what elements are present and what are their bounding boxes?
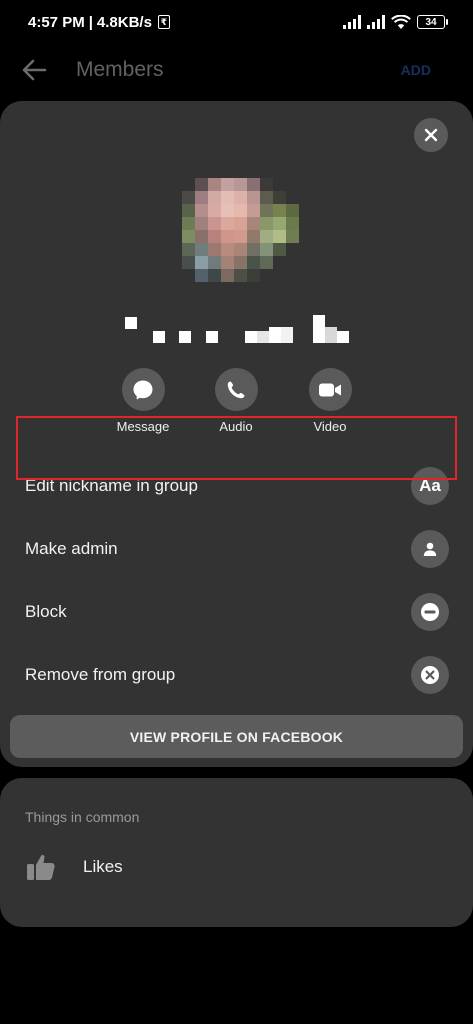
- edit-nickname-item[interactable]: Edit nickname in group Aa: [0, 457, 473, 515]
- block-item[interactable]: Block: [0, 583, 473, 641]
- video-call-button[interactable]: [308, 368, 352, 411]
- audio-call-button[interactable]: [214, 368, 258, 411]
- remove-from-group-item[interactable]: Remove from group: [0, 646, 473, 704]
- make-admin-label: Make admin: [25, 539, 118, 558]
- block-label: Block: [25, 602, 67, 621]
- person-icon: [411, 530, 449, 568]
- status-left: 4:57 PM | 4.8KB/s ₹: [28, 14, 170, 31]
- close-icon: [424, 128, 438, 142]
- status-time: 4:57 PM: [28, 13, 85, 31]
- audio-label: Audio: [219, 419, 253, 434]
- audio-action[interactable]: Audio: [191, 368, 281, 434]
- back-arrow-icon[interactable]: [20, 56, 48, 84]
- wifi-icon: [391, 14, 411, 29]
- quick-actions: Message Audio Video: [0, 368, 473, 436]
- battery-icon: 34: [417, 15, 448, 29]
- status-separator: |: [88, 13, 93, 31]
- remove-icon: [411, 656, 449, 694]
- block-icon: [411, 593, 449, 631]
- network-speed: 4.8KB/s: [96, 13, 152, 31]
- view-profile-button[interactable]: VIEW PROFILE ON FACEBOOK: [10, 715, 463, 758]
- phone-icon: [227, 381, 245, 398]
- likes-item[interactable]: Likes: [25, 852, 123, 882]
- text-icon: Aa: [411, 467, 449, 505]
- message-label: Message: [116, 419, 170, 434]
- status-bar: 4:57 PM | 4.8KB/s ₹ 34: [0, 0, 473, 44]
- video-action[interactable]: Video: [285, 368, 375, 434]
- edit-nickname-label: Edit nickname in group: [25, 476, 198, 495]
- thumbs-up-icon: [27, 855, 55, 880]
- video-camera-icon: [319, 383, 341, 396]
- close-button[interactable]: [414, 118, 448, 152]
- remove-from-group-label: Remove from group: [25, 665, 176, 684]
- likes-label: Likes: [83, 857, 123, 876]
- make-admin-item[interactable]: Make admin: [0, 520, 473, 578]
- page-title: Members: [76, 58, 164, 81]
- member-options-sheet: Message Audio Video Edit nickname in gro…: [0, 101, 473, 767]
- signal-icon: [367, 15, 385, 29]
- status-right: 34: [343, 14, 448, 30]
- signal-icon: [343, 15, 361, 29]
- video-label: Video: [313, 419, 347, 434]
- avatar: [178, 178, 300, 284]
- member-name-redacted: [122, 313, 354, 345]
- message-button[interactable]: [121, 368, 165, 411]
- app-bar: Members ADD: [0, 44, 473, 96]
- things-in-common-heading: Things in common: [25, 809, 140, 825]
- messenger-icon: [133, 380, 153, 399]
- battery-level: 34: [425, 16, 437, 28]
- add-button[interactable]: ADD: [401, 62, 431, 78]
- things-in-common-card: Things in common Likes: [0, 778, 473, 927]
- message-action[interactable]: Message: [98, 368, 188, 434]
- rupee-icon: ₹: [157, 15, 170, 29]
